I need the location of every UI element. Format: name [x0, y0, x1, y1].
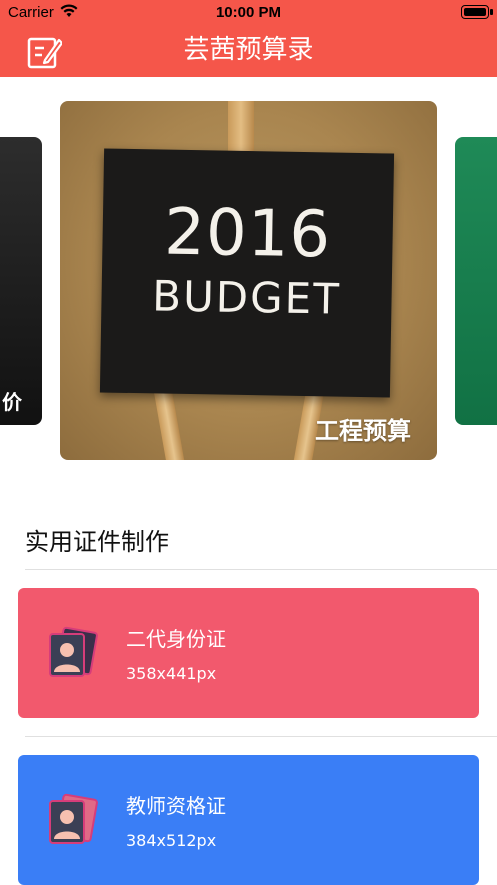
divider: [25, 736, 497, 737]
banner-caption: 价: [2, 390, 22, 414]
banner-carousel[interactable]: 价 2016 BUDGET 工程预算: [0, 77, 497, 477]
board-word: BUDGET: [151, 271, 342, 324]
id-card-size: 358x441px: [126, 664, 217, 683]
banner-card-budget[interactable]: 2016 BUDGET 工程预算: [60, 101, 437, 460]
id-card-item[interactable]: 二代身份证 358x441px: [18, 588, 479, 718]
board-year: 2016: [163, 195, 332, 273]
battery-icon: [461, 5, 493, 19]
clock: 10:00 PM: [215, 4, 282, 21]
banner-card-next[interactable]: [455, 137, 497, 425]
divider: [25, 569, 497, 570]
chalkboard: 2016 BUDGET: [99, 148, 395, 398]
banner-caption: 工程预算: [315, 417, 411, 445]
easel-top: [228, 101, 254, 151]
id-card-name: 二代身份证: [126, 627, 226, 651]
id-card-name: 教师资格证: [126, 794, 226, 818]
status-bar: Carrier 10:00 PM: [0, 0, 497, 26]
id-card-item[interactable]: 教师资格证 384x512px: [18, 755, 479, 885]
section-title: 实用证件制作: [25, 528, 169, 556]
page-title: 芸茜预算录: [183, 35, 314, 65]
id-photo-icon: [49, 793, 98, 844]
nav-bar: 芸茜预算录: [0, 26, 497, 77]
id-card-size: 384x512px: [126, 831, 217, 850]
banner-card-prev[interactable]: 价: [0, 137, 42, 425]
id-photo-icon: [49, 626, 98, 677]
